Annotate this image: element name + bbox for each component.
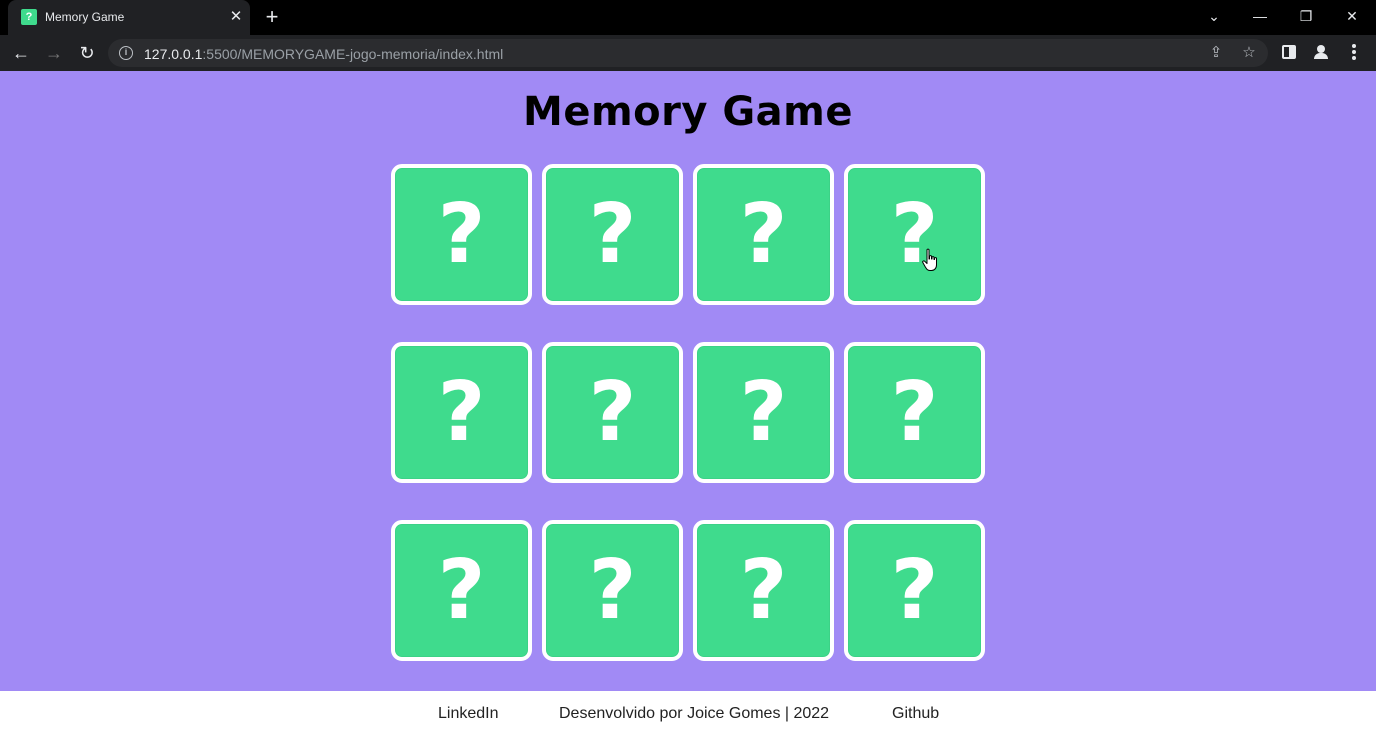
tab-close-icon[interactable]: ✕ bbox=[227, 8, 245, 26]
memory-card[interactable]: ? bbox=[391, 520, 532, 661]
url-host: 127.0.0.1 bbox=[144, 46, 203, 62]
card-question-mark: ? bbox=[890, 364, 939, 460]
memory-card[interactable]: ? bbox=[542, 164, 683, 305]
memory-card[interactable]: ? bbox=[693, 342, 834, 483]
hand-cursor-icon bbox=[922, 248, 937, 271]
back-icon[interactable]: ← bbox=[8, 40, 34, 66]
address-bar[interactable]: i 127.0.0.1:5500/MEMORYGAME-jogo-memoria… bbox=[108, 39, 1268, 67]
favicon-icon: ? bbox=[21, 9, 37, 25]
memory-card[interactable]: ? bbox=[391, 342, 532, 483]
card-grid: ? ? ? ? ? ? ? ? ? ? ? ? bbox=[391, 164, 985, 661]
memory-card[interactable]: ? bbox=[693, 520, 834, 661]
card-question-mark: ? bbox=[890, 542, 939, 638]
memory-card[interactable]: ? bbox=[844, 342, 985, 483]
side-panel-icon[interactable] bbox=[1282, 45, 1296, 59]
profile-body bbox=[1314, 53, 1328, 59]
star-icon[interactable]: ☆ bbox=[1239, 43, 1259, 63]
kebab-menu-icon[interactable] bbox=[1346, 44, 1362, 62]
url-path: :5500/MEMORYGAME-jogo-memoria/index.html bbox=[202, 46, 504, 62]
profile-icon[interactable] bbox=[1313, 44, 1329, 60]
menu-dot bbox=[1352, 44, 1356, 48]
page-title: Memory Game bbox=[523, 89, 853, 135]
memory-card[interactable]: ? bbox=[844, 164, 985, 305]
browser-tab-bar: ? Memory Game ✕ + ⌄ — ❐ ✕ bbox=[0, 0, 1376, 35]
reload-icon[interactable]: ↻ bbox=[74, 40, 100, 66]
tab-search-icon[interactable]: ⌄ bbox=[1202, 4, 1226, 28]
linkedin-link[interactable]: LinkedIn bbox=[438, 705, 499, 723]
memory-card[interactable]: ? bbox=[844, 520, 985, 661]
footer: LinkedIn Desenvolvido por Joice Gomes | … bbox=[0, 691, 1376, 736]
footer-credit: Desenvolvido por Joice Gomes | 2022 bbox=[559, 705, 830, 722]
share-icon[interactable]: ⇪ bbox=[1206, 43, 1226, 63]
tab-title: Memory Game bbox=[45, 10, 125, 24]
card-question-mark: ? bbox=[739, 186, 788, 282]
memory-card[interactable]: ? bbox=[542, 342, 683, 483]
card-question-mark: ? bbox=[739, 364, 788, 460]
browser-tab[interactable]: ? Memory Game ✕ bbox=[8, 0, 250, 35]
card-question-mark: ? bbox=[437, 364, 486, 460]
card-question-mark: ? bbox=[588, 542, 637, 638]
restore-icon[interactable]: ❐ bbox=[1294, 4, 1318, 28]
page-viewport: Memory Game ? ? ? ? ? ? ? ? ? ? ? ? Link… bbox=[0, 71, 1376, 736]
memory-card[interactable]: ? bbox=[542, 520, 683, 661]
card-question-mark: ? bbox=[588, 364, 637, 460]
memory-card[interactable]: ? bbox=[391, 164, 532, 305]
new-tab-icon[interactable]: + bbox=[262, 6, 282, 28]
forward-icon[interactable]: → bbox=[41, 40, 67, 66]
site-info-icon[interactable]: i bbox=[119, 46, 133, 60]
card-question-mark: ? bbox=[437, 542, 486, 638]
window-close-icon[interactable]: ✕ bbox=[1340, 4, 1364, 28]
minimize-icon[interactable]: — bbox=[1248, 4, 1272, 28]
menu-dot bbox=[1352, 50, 1356, 54]
browser-toolbar: ← → ↻ i 127.0.0.1:5500/MEMORYGAME-jogo-m… bbox=[0, 35, 1376, 71]
github-link[interactable]: Github bbox=[892, 705, 939, 723]
menu-dot bbox=[1352, 56, 1356, 60]
profile-head bbox=[1317, 45, 1325, 53]
url-text[interactable]: 127.0.0.1:5500/MEMORYGAME-jogo-memoria/i… bbox=[144, 46, 503, 62]
card-question-mark: ? bbox=[588, 186, 637, 282]
card-question-mark: ? bbox=[437, 186, 486, 282]
card-question-mark: ? bbox=[739, 542, 788, 638]
memory-card[interactable]: ? bbox=[693, 164, 834, 305]
